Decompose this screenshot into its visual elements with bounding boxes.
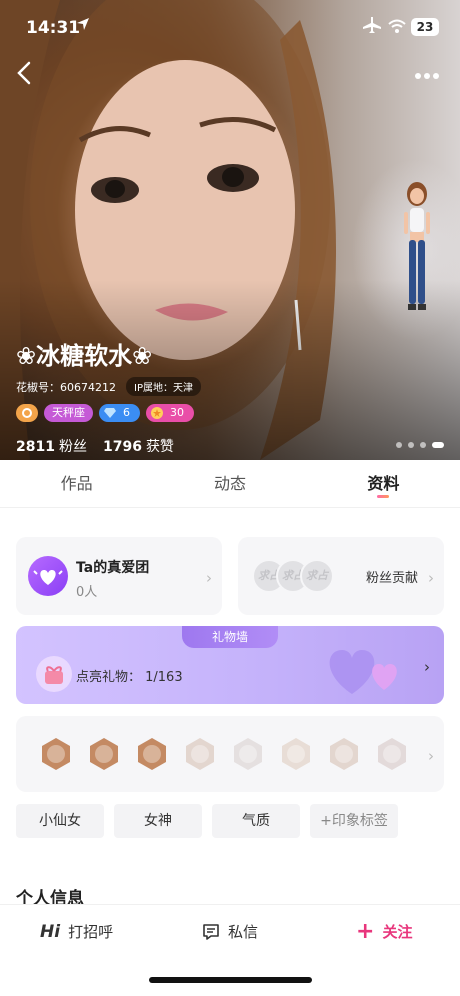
fan-club-card[interactable]: Ta的真爱团 0人 › bbox=[16, 537, 222, 615]
zodiac-badge[interactable]: 天秤座 bbox=[44, 404, 93, 422]
diamond-badge[interactable]: 6 bbox=[99, 404, 140, 422]
home-indicator bbox=[149, 977, 312, 983]
impression-tags: 小仙女 女神 气质 +印象标签 bbox=[16, 804, 398, 838]
fans-label: 粉丝 bbox=[58, 439, 87, 455]
location-arrow-icon bbox=[76, 16, 90, 35]
bottom-action-bar: Hi 打招呼 私信 + 关注 bbox=[0, 904, 460, 996]
medal-locked-icon[interactable] bbox=[326, 736, 362, 772]
medal-locked-icon[interactable] bbox=[278, 736, 314, 772]
pager-dot bbox=[420, 442, 426, 448]
back-button[interactable] bbox=[14, 60, 34, 90]
fans-count: 2811 bbox=[16, 439, 55, 455]
medal-list bbox=[38, 736, 410, 772]
pager-dot bbox=[396, 442, 402, 448]
contributor-placeholder: 求占 bbox=[300, 559, 334, 593]
likes-count: 1796 bbox=[102, 439, 142, 455]
fan-contribution-title: 粉丝贡献 bbox=[366, 571, 419, 586]
hearts-decoration-icon bbox=[312, 630, 422, 704]
medal-earned-icon[interactable] bbox=[86, 736, 122, 772]
chevron-left-icon bbox=[17, 61, 31, 85]
plus-icon: + bbox=[356, 918, 375, 944]
ip-location: IP属地：天津 bbox=[126, 377, 201, 396]
star-icon bbox=[151, 407, 163, 419]
medal-earned-icon[interactable] bbox=[38, 736, 74, 772]
app-logo-badge[interactable] bbox=[16, 404, 38, 422]
status-bar: 14:31 23 bbox=[0, 14, 460, 44]
impression-tag[interactable]: 气质 bbox=[212, 804, 300, 838]
user-id: 花椒号：60674212 bbox=[16, 380, 116, 394]
wifi-icon bbox=[388, 18, 406, 37]
gift-wall-card[interactable]: 礼物墙 点亮礼物： 1/163 › bbox=[16, 626, 444, 704]
battery-indicator: 23 bbox=[411, 18, 439, 36]
nickname: ❀冰糖软水❀ bbox=[16, 342, 153, 370]
chevron-right-icon: › bbox=[428, 747, 434, 765]
pager-dot bbox=[408, 442, 414, 448]
gift-progress-text: 点亮礼物： 1/163 bbox=[76, 670, 183, 685]
diamond-icon bbox=[104, 408, 116, 418]
level-badge[interactable]: 30 bbox=[146, 404, 194, 422]
fan-club-count: 0人 bbox=[76, 585, 98, 600]
chevron-right-icon: › bbox=[424, 658, 430, 676]
message-label: 私信 bbox=[228, 923, 259, 941]
tab-works[interactable]: 作品 bbox=[0, 460, 153, 507]
profile-info: ❀冰糖软水❀ 花椒号：60674212 IP属地：天津 天秤座 6 30 281… bbox=[16, 336, 201, 456]
medal-locked-icon[interactable] bbox=[182, 736, 218, 772]
add-impression-tag-button[interactable]: +印象标签 bbox=[310, 804, 398, 838]
chevron-right-icon: › bbox=[428, 569, 434, 587]
tab-moments[interactable]: 动态 bbox=[153, 460, 306, 507]
greet-button[interactable]: Hi 打招呼 bbox=[40, 921, 113, 942]
contributor-avatars: 求占 求占 求占 bbox=[252, 559, 334, 593]
impression-tag[interactable]: 女神 bbox=[114, 804, 202, 838]
more-icon bbox=[415, 73, 439, 79]
follow-button[interactable]: + 关注 bbox=[356, 918, 413, 944]
medal-locked-icon[interactable] bbox=[374, 736, 410, 772]
pager-dot-active bbox=[432, 442, 444, 448]
medal-earned-icon[interactable] bbox=[134, 736, 170, 772]
impression-tag[interactable]: 小仙女 bbox=[16, 804, 104, 838]
diamond-level: 6 bbox=[123, 406, 130, 419]
gift-wall-header: 礼物墙 bbox=[182, 626, 278, 648]
medals-card[interactable]: › bbox=[16, 716, 444, 792]
gift-icon bbox=[36, 656, 72, 692]
tab-profile[interactable]: 资料 bbox=[307, 460, 460, 507]
photo-pager-dots bbox=[396, 442, 444, 448]
likes-stat[interactable]: 1796 获赞 bbox=[103, 436, 174, 456]
follow-label: 关注 bbox=[382, 923, 413, 941]
profile-tabs: 作品 动态 资料 bbox=[0, 460, 460, 508]
chevron-right-icon: › bbox=[206, 569, 212, 587]
greet-label: 打招呼 bbox=[68, 923, 114, 941]
virtual-avatar-figure[interactable] bbox=[400, 180, 434, 324]
user-level: 30 bbox=[170, 406, 184, 419]
message-icon bbox=[203, 923, 219, 940]
fan-club-title: Ta的真爱团 bbox=[76, 560, 150, 576]
fan-contribution-card[interactable]: 求占 求占 求占 粉丝贡献 › bbox=[238, 537, 444, 615]
medal-locked-icon[interactable] bbox=[230, 736, 266, 772]
airplane-mode-icon bbox=[362, 16, 382, 38]
fan-club-icon bbox=[28, 556, 68, 596]
more-options-button[interactable] bbox=[414, 62, 440, 82]
likes-label: 获赞 bbox=[145, 439, 174, 455]
status-time: 14:31 bbox=[26, 18, 81, 38]
message-button[interactable]: 私信 bbox=[202, 921, 258, 942]
fans-stat[interactable]: 2811 粉丝 bbox=[16, 436, 87, 456]
hi-icon: Hi bbox=[40, 921, 61, 942]
